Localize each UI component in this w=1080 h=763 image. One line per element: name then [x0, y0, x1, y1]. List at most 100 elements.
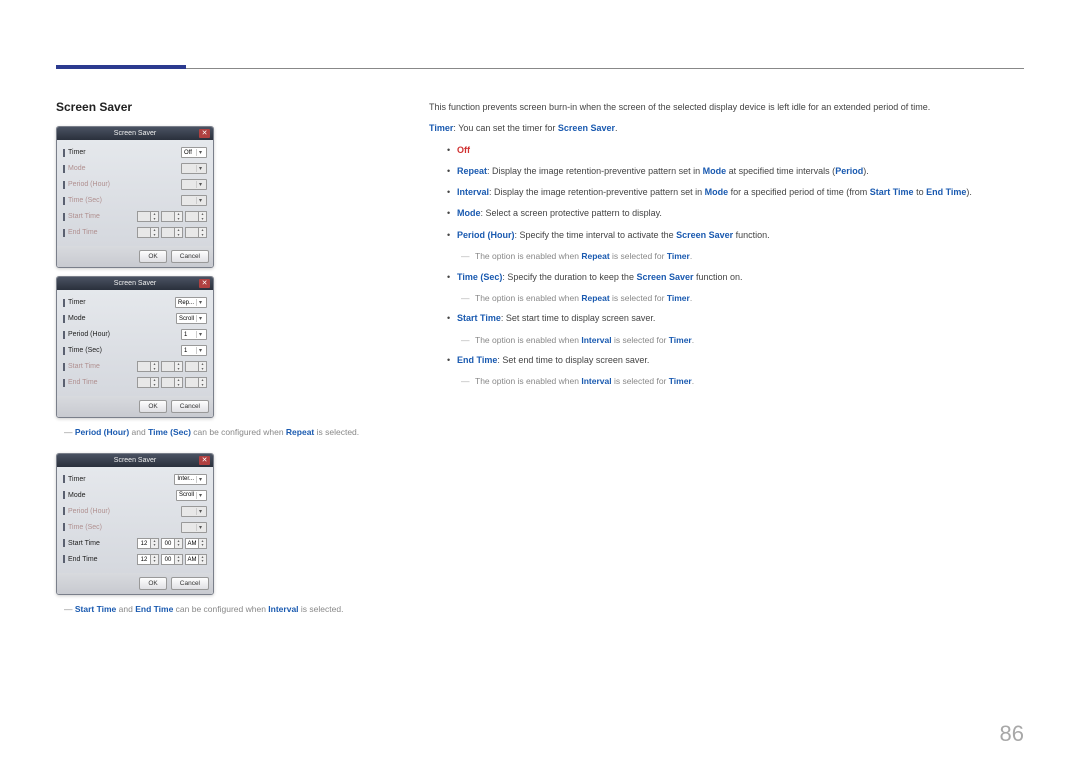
cancel-button[interactable]: Cancel: [171, 250, 209, 263]
dialog-row: TimerInter...▾: [63, 473, 207, 486]
spinner-field[interactable]: AM▴▾: [185, 538, 207, 549]
combo-value: Off: [184, 150, 192, 156]
dialog-row: Period (Hour) 1▾: [63, 328, 207, 341]
cancel-button[interactable]: Cancel: [171, 577, 209, 590]
spinner-value: [185, 227, 199, 238]
spinner-field: ▴▾: [185, 211, 207, 222]
spinner-field: ▴▾: [137, 227, 159, 238]
spinner-field[interactable]: 12▴▾: [137, 554, 159, 565]
field-label: Mode: [63, 165, 86, 173]
chevron-down-icon: ▾: [175, 367, 182, 372]
combo-field: ▾: [181, 522, 207, 533]
spinner-value: [137, 227, 151, 238]
close-icon[interactable]: ✕: [199, 129, 210, 138]
chevron-down-icon: ▾: [196, 492, 204, 499]
chevron-down-icon: ▾: [196, 299, 204, 306]
field-label: Timer: [63, 299, 86, 307]
spinner-field: ▴▾: [161, 227, 183, 238]
dialog-row: End Time12▴▾00▴▾AM▴▾: [63, 553, 207, 566]
page-number: 86: [1000, 721, 1024, 747]
field-label: Start Time: [63, 363, 100, 371]
chevron-down-icon: ▾: [196, 476, 204, 483]
dialog-body: TimerInter...▾ModeScroll▾Period (Hour)▾T…: [57, 467, 213, 573]
dialog-row: Mode Scroll▾: [63, 312, 207, 325]
field-label: Start Time: [63, 213, 100, 221]
spinner-value: AM: [185, 554, 199, 565]
dialog-row: Period (Hour)▾: [63, 178, 207, 191]
spinner-field[interactable]: 12▴▾: [137, 538, 159, 549]
field-label: Period (Hour): [63, 507, 110, 515]
spinner-field: ▴▾: [185, 377, 207, 388]
combo-field[interactable]: 1▾: [181, 345, 207, 356]
dialog-row: Time (Sec)▾: [63, 194, 207, 207]
ok-button[interactable]: OK: [139, 577, 166, 590]
dialog-note: ― Start Time and End Time can be configu…: [64, 603, 391, 616]
spinner-field[interactable]: 00▴▾: [161, 554, 183, 565]
spinner-field: ▴▾: [185, 227, 207, 238]
dialog-note: ― Period (Hour) and Time (Sec) can be co…: [64, 426, 391, 439]
dialog-footer: OK Cancel: [57, 396, 213, 417]
combo-field: ▾: [181, 506, 207, 517]
combo-field[interactable]: Off▾: [181, 147, 207, 158]
dialog-title: Screen Saver: [114, 457, 156, 464]
close-icon[interactable]: ✕: [199, 279, 210, 288]
left-column: Screen Saver Screen Saver✕ TimerOff▾Mode…: [56, 100, 391, 630]
spinner-field: ▴▾: [161, 361, 183, 372]
field-label: Time (Sec): [63, 347, 102, 355]
field-label: End Time: [63, 229, 98, 237]
field-label: Period (Hour): [63, 331, 110, 339]
combo-field[interactable]: 1▾: [181, 329, 207, 340]
spinner-value: [185, 361, 199, 372]
intro-text: This function prevents screen burn-in wh…: [429, 100, 1024, 115]
chevron-down-icon: ▾: [175, 383, 182, 388]
chevron-down-icon: ▾: [199, 233, 206, 238]
dialog-body: TimerOff▾Mode▾Period (Hour)▾Time (Sec)▾S…: [57, 140, 213, 246]
spinner-field[interactable]: AM▴▾: [185, 554, 207, 565]
ok-button[interactable]: OK: [139, 400, 166, 413]
dialog-titlebar: Screen Saver ✕: [57, 454, 213, 467]
field-label: Period (Hour): [63, 181, 110, 189]
dialog-titlebar: Screen Saver✕: [57, 127, 213, 140]
dialog-row: Start Time▴▾▴▾▴▾: [63, 360, 207, 373]
field-label: Timer: [63, 149, 86, 157]
chevron-down-icon: ▾: [196, 165, 204, 172]
dialog-row: End Time▴▾▴▾▴▾: [63, 226, 207, 239]
combo-value: Scroll: [179, 492, 194, 498]
chevron-down-icon: ▾: [151, 559, 158, 564]
spinner-value: [161, 227, 175, 238]
spinner-value: [137, 211, 151, 222]
spinner-value: [161, 211, 175, 222]
chevron-down-icon: ▾: [151, 543, 158, 548]
screensaver-dialog: Screen Saver✕ TimerOff▾Mode▾Period (Hour…: [56, 126, 214, 268]
sub-note: The option is enabled when Repeat is sel…: [475, 291, 1024, 305]
combo-field[interactable]: Scroll▾: [176, 490, 207, 501]
spinner-field[interactable]: 00▴▾: [161, 538, 183, 549]
dialog-row: Time (Sec)▾: [63, 521, 207, 534]
field-label: Mode: [63, 491, 86, 499]
chevron-down-icon: ▾: [151, 217, 158, 222]
section-title: Screen Saver: [56, 100, 391, 114]
chevron-down-icon: ▾: [199, 367, 206, 372]
chevron-down-icon: ▾: [199, 559, 206, 564]
dialog-row: Time (Sec) 1▾: [63, 344, 207, 357]
spinner-value: 12: [137, 554, 151, 565]
ok-button[interactable]: OK: [139, 250, 166, 263]
combo-field[interactable]: Scroll▾: [176, 313, 207, 324]
bullet-off: Off: [447, 143, 1024, 158]
chevron-down-icon: ▾: [175, 559, 182, 564]
dialog-row: Timer Off▾: [63, 146, 207, 159]
dialog-row: Start Time12▴▾00▴▾AM▴▾: [63, 537, 207, 550]
cancel-button[interactable]: Cancel: [171, 400, 209, 413]
combo-field[interactable]: Rep...▾: [175, 297, 207, 308]
bullet-item: Time (Sec): Specify the duration to keep…: [447, 270, 1024, 285]
combo-field[interactable]: Inter...▾: [174, 474, 207, 485]
dialog-row: Period (Hour) ▾: [63, 505, 207, 518]
dialog-row: Mode Scroll▾: [63, 489, 207, 502]
spinner-value: AM: [185, 538, 199, 549]
dialog-footer: OK Cancel: [57, 573, 213, 594]
field-label: Mode: [63, 315, 86, 323]
close-icon[interactable]: ✕: [199, 456, 210, 465]
bullet-item: Period (Hour): Specify the time interval…: [447, 228, 1024, 243]
chevron-down-icon: ▾: [196, 524, 204, 531]
combo-value: 1: [184, 348, 187, 354]
